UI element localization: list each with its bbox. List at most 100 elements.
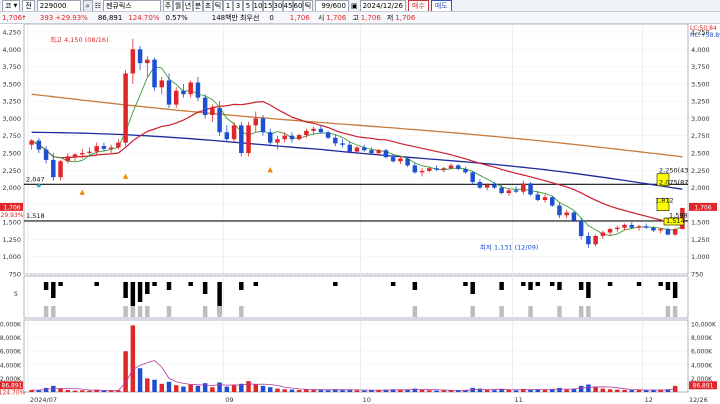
buy-button[interactable]: 매수 (407, 0, 429, 11)
candle-body (651, 227, 656, 231)
indicator-bar (202, 282, 208, 294)
candle-body (376, 150, 381, 153)
stock-code-input[interactable]: 229000 (36, 0, 81, 11)
volume-bar (188, 384, 193, 392)
candle-body (593, 235, 598, 245)
candle-body (622, 224, 627, 228)
reference-label-2: 1,518 (26, 212, 45, 220)
volume-bar (253, 384, 259, 392)
indicator-bar (521, 282, 526, 286)
candle-body (210, 108, 215, 115)
price-tick-right: 2,250 (691, 167, 710, 175)
volume-bar (586, 384, 591, 392)
candle-body (173, 90, 179, 105)
indicator-bar (499, 282, 504, 290)
lc-label: LC:50.84 (690, 25, 717, 32)
hc-label: HC:+58.89 (690, 32, 720, 39)
volume-bar (434, 390, 439, 392)
volume-bar (181, 386, 186, 392)
candle-body (58, 161, 63, 178)
candle-body (542, 197, 548, 201)
volume-bar (282, 389, 287, 392)
x-axis-label: 11 (514, 396, 522, 404)
timeframe-tab-10[interactable]: 15 (262, 0, 273, 11)
timeframe-tab-9[interactable]: 10 (252, 0, 263, 11)
indicator-bar-gray (43, 306, 49, 317)
volume-bar (231, 385, 237, 392)
market-code-select[interactable]: 코 ▼ (2, 0, 21, 11)
price-tick-left: 2,750 (2, 132, 21, 140)
price-tick-right: 4,000 (691, 46, 710, 54)
timeframe-tab-4[interactable]: 초 (202, 0, 213, 11)
amount-value: 148백만 (211, 13, 238, 22)
indicator-bar (528, 282, 533, 290)
candle-body (643, 226, 649, 228)
indicator-bar (463, 282, 468, 286)
volume-bar (643, 390, 649, 392)
indicator-bar-gray (470, 306, 475, 317)
sell-button[interactable]: 매도 (430, 0, 452, 11)
price-chart[interactable]: 4,250 4,2504,000 4,0003,750 3,7503,500 3,500… (0, 24, 720, 404)
indicator-bar-gray (123, 306, 128, 317)
candle-body (549, 197, 555, 206)
timeframe-tab-1[interactable]: 월 (172, 0, 183, 11)
price-tick-left: 4,000 (2, 46, 21, 54)
candle-body (224, 132, 230, 140)
settings-icon[interactable]: ☷ (95, 1, 101, 11)
volume-bar (629, 390, 635, 392)
candle-body (253, 118, 259, 126)
timeframe-tab-6[interactable]: 1 (222, 0, 233, 11)
volume-tick-right: 4,000K (691, 362, 713, 369)
volume-bar (398, 389, 403, 392)
candle-body (672, 229, 678, 235)
priority-value: 0 (269, 13, 274, 22)
indicator-bar-gray (528, 306, 533, 317)
indicator-bar-gray (137, 306, 143, 317)
indicator-bar (239, 282, 244, 290)
timeframe-tab-0[interactable]: 주 (162, 0, 173, 11)
volume-bar (600, 388, 606, 392)
candle-body (87, 151, 92, 153)
indicator-bar-gray (578, 306, 584, 317)
indicator-bar-gray (499, 306, 504, 317)
timeframe-tab-11[interactable]: 30 (272, 0, 283, 11)
volume-bar (58, 388, 63, 392)
timeframe-tab-2[interactable]: 년 (182, 0, 193, 11)
indicator-bar (188, 282, 193, 286)
candle-body (101, 146, 107, 149)
volume-bar (622, 389, 627, 392)
volume-bar (159, 383, 165, 392)
indicator-bar-gray (217, 306, 222, 317)
count-input[interactable]: 99/600 (314, 0, 349, 11)
annotation-r3: 1,812 (655, 197, 674, 205)
volume-bar (224, 386, 230, 392)
volume-bar (217, 382, 222, 392)
date-input[interactable]: 2024/12/26 (359, 0, 406, 11)
search-button[interactable]: ⌕ (82, 0, 93, 11)
volume-bar (202, 383, 208, 392)
calendar-icon[interactable]: ▣ (351, 1, 358, 11)
indicator-bar (137, 282, 143, 302)
timeframe-tab-3[interactable]: 분 (192, 0, 203, 11)
volume-bar (318, 389, 324, 392)
timeframe-tab-12[interactable]: 45 (282, 0, 293, 11)
last-price: 1,706 (289, 13, 310, 22)
timeframe-tab-14[interactable]: 틱 (302, 0, 313, 11)
volume-bar (130, 325, 136, 392)
candle-body (419, 170, 425, 173)
candle-body (434, 168, 439, 170)
timeframe-tab-8[interactable]: 5 (242, 0, 253, 11)
timeframe-tab-5[interactable]: 틱 (212, 0, 223, 11)
candle-body (267, 132, 273, 143)
annotation-r5: 1,514 (666, 217, 685, 225)
timeframe-tab-13[interactable]: 60 (292, 0, 303, 11)
candle-body (528, 183, 533, 195)
volume-value: 86,891 (97, 13, 123, 22)
market-type-select[interactable]: 전 (22, 0, 35, 11)
indicator-bar (557, 282, 562, 290)
timeframe-tab-7[interactable]: 3 (232, 0, 243, 11)
high-label: 고 (352, 13, 359, 22)
volume-bar (506, 389, 512, 392)
indicator-bar (94, 282, 99, 286)
candle-body (72, 154, 78, 157)
